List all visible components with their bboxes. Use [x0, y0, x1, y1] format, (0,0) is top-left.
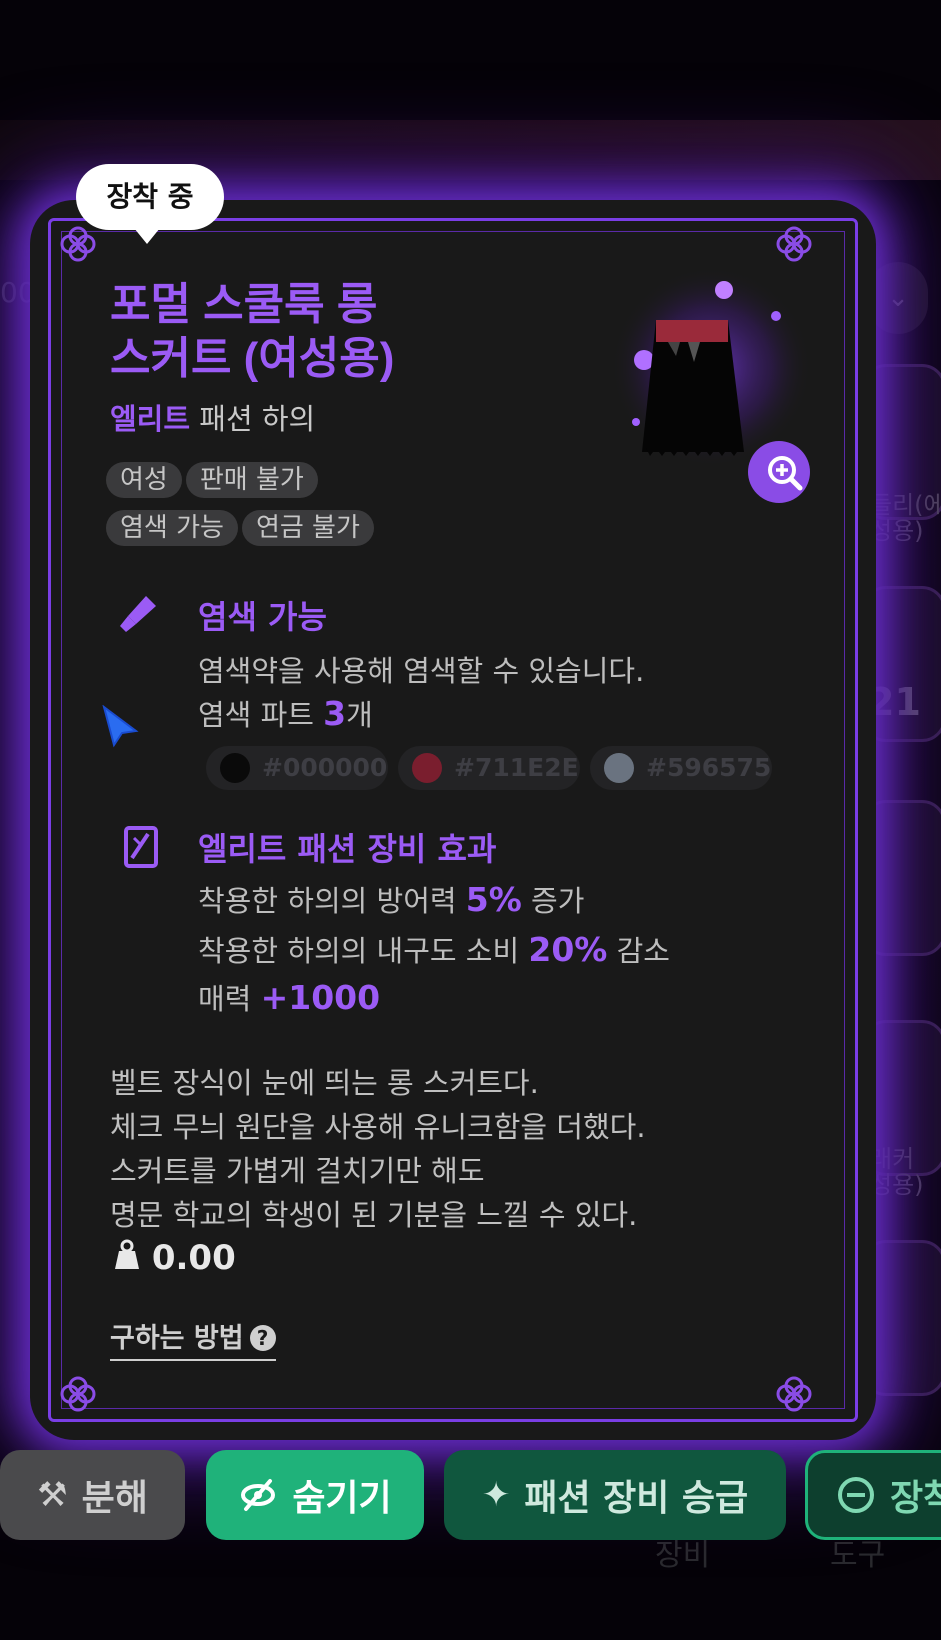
disassemble-button[interactable]: ⚒ 분해 [0, 1450, 185, 1540]
weight-icon [115, 1239, 139, 1269]
description-line: 체크 무늬 원단을 사용해 유니크함을 더했다. [110, 1110, 646, 1144]
dye-swatch[interactable]: #000000 [206, 746, 388, 790]
ornament-icon [60, 226, 96, 262]
ornament-icon [776, 226, 812, 262]
chevron-down-icon[interactable]: ⌄ [868, 262, 928, 334]
how-to-get-link[interactable]: 구하는 방법? [110, 1316, 276, 1361]
ornament-icon [776, 1376, 812, 1412]
dye-swatches: #000000 #711E2E #596575 [206, 746, 782, 790]
hide-button[interactable]: 숨기기 [206, 1450, 424, 1540]
hammer-icon: ⚒ [37, 1475, 68, 1515]
item-grade: 엘리트 [110, 402, 191, 436]
tag: 판매 불가 [185, 462, 318, 498]
dye-swatch[interactable]: #596575 [590, 746, 772, 790]
effect-title: 엘리트 패션 장비 효과 [198, 830, 497, 868]
swatch-dot [604, 753, 634, 783]
description-line: 벨트 장식이 눈에 띄는 롱 스커트다. [110, 1066, 539, 1100]
item-tags: 여성 판매 불가 염색 가능 연금 불가 [106, 462, 526, 558]
effect-line: 매력 +1000 [198, 978, 381, 1017]
zoom-in-icon [768, 456, 803, 491]
item-category: 엘리트 패션 하의 [110, 396, 315, 438]
background-item-label: 래커 성용) [870, 1145, 924, 1200]
question-icon: ? [249, 1325, 276, 1351]
swatch-dot [220, 753, 250, 783]
eye-off-icon [241, 1479, 276, 1511]
upgrade-button[interactable]: ✦ 패션 장비 승급 [444, 1450, 786, 1540]
description-line: 명문 학교의 학생이 된 기분을 느낄 수 있다. [110, 1198, 638, 1232]
dye-description: 염색약을 사용해 염색할 수 있습니다. [198, 654, 645, 688]
tag: 염색 가능 [106, 510, 238, 546]
ornament-icon [60, 1376, 96, 1412]
inventory-screen: 00 ⌄ 들리(에 성용) 21 래커 성용) 장비 도구 장착 중 포멀 스쿨… [0, 0, 941, 1640]
description-line: 스커트를 가볍게 걸치기만 해도 [110, 1154, 485, 1188]
background-item-label: 들리(에 성용) [870, 491, 941, 546]
dye-swatch[interactable]: #711E2E [398, 746, 580, 790]
tag: 연금 불가 [241, 510, 374, 546]
cursor-icon [102, 705, 139, 748]
zoom-button[interactable] [748, 441, 810, 503]
item-weight: 0.00 [114, 1238, 236, 1278]
dye-parts: 염색 파트 3개 [198, 694, 373, 733]
effect-line: 착용한 하의의 방어력 5% 증가 [198, 880, 585, 919]
swatch-dot [412, 753, 442, 783]
dye-title: 염색 가능 [198, 598, 327, 636]
effect-line: 착용한 하의의 내구도 소비 20% 감소 [198, 930, 670, 969]
fashion-card-icon [124, 826, 158, 868]
item-title: 포멀 스쿨룩 롱 스커트 (여성용) [110, 280, 395, 383]
equipped-badge: 장착 중 [76, 164, 224, 244]
item-kind: 패션 하의 [199, 402, 316, 436]
minus-circle-icon [838, 1477, 874, 1513]
brush-icon [120, 596, 156, 632]
tag: 여성 [106, 462, 182, 498]
sparkle-icon: ✦ [481, 1475, 511, 1515]
unequip-button[interactable]: 장착 [805, 1450, 941, 1540]
dye-parts-count: 3 [323, 694, 347, 733]
